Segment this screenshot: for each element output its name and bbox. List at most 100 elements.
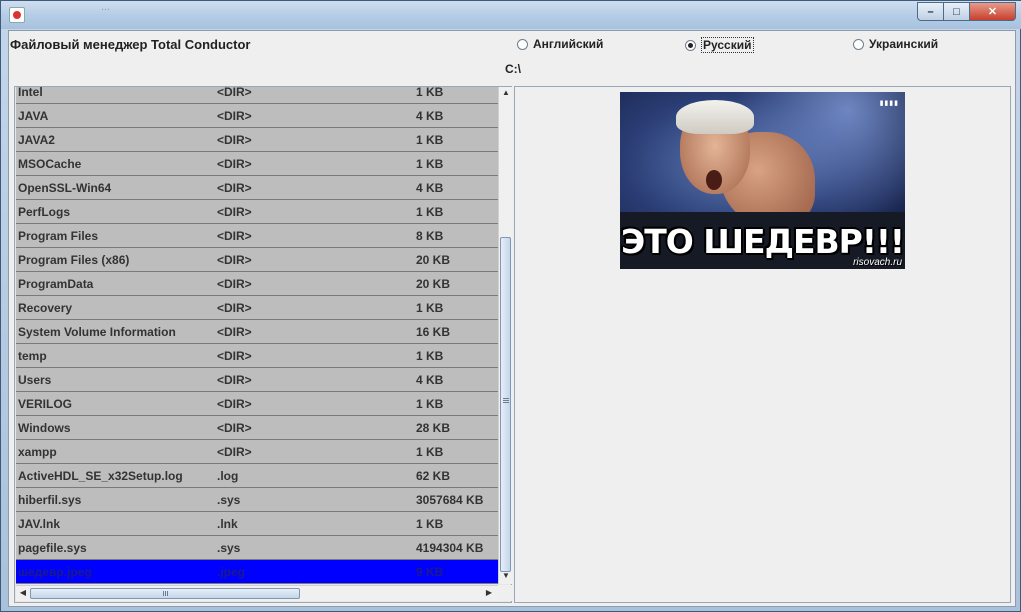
file-size: 1 KB — [416, 87, 444, 99]
scroll-up-arrow-icon[interactable]: ▲ — [499, 88, 513, 97]
close-button[interactable]: ✕ — [970, 2, 1016, 21]
file-type: <DIR> — [217, 301, 252, 315]
file-type: <DIR> — [217, 277, 252, 291]
file-row[interactable]: JAVA <DIR> 4 KB — [16, 104, 498, 128]
file-row[interactable]: Program Files (x86) <DIR> 20 KB — [16, 248, 498, 272]
scroll-right-arrow-icon[interactable]: ▶ — [482, 588, 496, 597]
file-type: .log — [217, 469, 239, 483]
file-size: 1 KB — [416, 397, 444, 411]
file-row[interactable]: VERILOG <DIR> 1 KB — [16, 392, 498, 416]
file-name: MSOCache — [18, 157, 82, 171]
file-row[interactable]: hiberfil.sys .sys 3057684 KB — [16, 488, 498, 512]
file-type: <DIR> — [217, 349, 252, 363]
file-row[interactable]: ProgramData <DIR> 20 KB — [16, 272, 498, 296]
file-type: <DIR> — [217, 325, 252, 339]
scroll-down-arrow-icon[interactable]: ▼ — [499, 571, 513, 580]
vertical-scrollbar[interactable]: ▲ ▼ — [498, 87, 512, 584]
file-name: Recovery — [18, 301, 73, 315]
file-size: 20 KB — [416, 253, 451, 267]
file-name: temp — [18, 349, 47, 363]
file-type: <DIR> — [217, 133, 252, 147]
title-bar[interactable]: ... – □ ✕ — [1, 1, 1021, 29]
file-type: <DIR> — [217, 205, 252, 219]
file-type: <DIR> — [217, 109, 252, 123]
file-row[interactable]: ActiveHDL_SE_x32Setup.log .log 62 KB — [16, 464, 498, 488]
file-name: ProgramData — [18, 277, 94, 291]
radio-label[interactable]: Английский — [533, 37, 603, 51]
file-name: JAV.lnk — [18, 517, 61, 531]
file-type: <DIR> — [217, 87, 252, 99]
grip-icon — [163, 591, 164, 596]
file-row[interactable]: PerfLogs <DIR> 1 KB — [16, 200, 498, 224]
radio-label[interactable]: Украинский — [869, 37, 938, 51]
horizontal-scroll-thumb[interactable] — [30, 588, 300, 599]
file-size: 9 KB — [416, 565, 444, 579]
scrollbar-corner — [498, 585, 512, 601]
file-list-panel: Intel <DIR> 1 KB JAVA <DIR> 4 KB JAVA2 <DIR> 1… — [14, 86, 512, 603]
file-name: JAVA2 — [18, 133, 55, 147]
meme-caption: ЭТО ШЕДЕВР!!! — [620, 222, 905, 261]
radio-label[interactable]: Русский — [701, 37, 754, 53]
file-row[interactable]: JAV.lnk .lnk 1 KB — [16, 512, 498, 536]
radio-button-icon[interactable] — [517, 38, 528, 50]
radio-button-icon[interactable] — [853, 38, 864, 50]
file-type: <DIR> — [217, 373, 252, 387]
file-name: PerfLogs — [18, 205, 71, 219]
file-row[interactable]: OpenSSL-Win64 <DIR> 4 KB — [16, 176, 498, 200]
file-type: <DIR> — [217, 253, 252, 267]
file-name: hiberfil.sys — [18, 493, 82, 507]
file-row[interactable]: xampp <DIR> 1 KB — [16, 440, 498, 464]
file-list[interactable]: Intel <DIR> 1 KB JAVA <DIR> 4 KB JAVA2 <DIR> 1… — [16, 87, 498, 584]
mouth — [706, 170, 722, 190]
file-size: 1 KB — [416, 133, 444, 147]
file-size: 1 KB — [416, 445, 444, 459]
file-row[interactable]: JAVA2 <DIR> 1 KB — [16, 128, 498, 152]
file-row[interactable]: System Volume Information <DIR> 16 KB — [16, 320, 498, 344]
file-row[interactable]: Program Files <DIR> 8 KB — [16, 224, 498, 248]
file-name: pagefile.sys — [18, 541, 87, 555]
radio-english[interactable]: Английский — [517, 37, 603, 51]
file-size: 20 KB — [416, 277, 451, 291]
file-size: 4 KB — [416, 373, 444, 387]
scroll-left-arrow-icon[interactable]: ◀ — [16, 588, 30, 597]
horizontal-scrollbar[interactable]: ◀ ▶ — [16, 585, 498, 601]
current-path: C:\ — [505, 62, 521, 76]
file-row[interactable]: Users <DIR> 4 KB — [16, 368, 498, 392]
file-type: <DIR> — [217, 397, 252, 411]
file-size: 1 KB — [416, 301, 444, 315]
file-row[interactable]: Recovery <DIR> 1 KB — [16, 296, 498, 320]
file-type: <DIR> — [217, 229, 252, 243]
file-name: xampp — [18, 445, 57, 459]
file-type: <DIR> — [217, 421, 252, 435]
file-size: 4 KB — [416, 109, 444, 123]
image-preview-panel: ▮▮▮▮ ЭТО ШЕДЕВР!!! risovach.ru — [514, 86, 1011, 603]
file-row[interactable]: pagefile.sys .sys 4194304 KB — [16, 536, 498, 560]
file-size: 8 KB — [416, 229, 444, 243]
file-name: шедевр.jpeg — [18, 565, 92, 579]
file-type: <DIR> — [217, 157, 252, 171]
maximize-button[interactable]: □ — [944, 2, 970, 21]
radio-button-selected-icon[interactable] — [685, 39, 696, 51]
file-row-selected[interactable]: шедевр.jpeg .jpeg 9 KB — [16, 560, 498, 584]
radio-russian[interactable]: Русский — [685, 37, 754, 53]
file-name: ActiveHDL_SE_x32Setup.log — [18, 469, 183, 483]
file-type: .sys — [217, 541, 241, 555]
radio-ukrainian[interactable]: Украинский — [853, 37, 938, 51]
file-name: System Volume Information — [18, 325, 176, 339]
file-size: 3057684 KB — [416, 493, 484, 507]
file-type: .lnk — [217, 517, 238, 531]
grip-icon — [503, 398, 509, 399]
java-app-icon — [9, 7, 25, 23]
file-row[interactable]: Intel <DIR> 1 KB — [16, 87, 498, 104]
file-type: <DIR> — [217, 445, 252, 459]
file-name: Program Files (x86) — [18, 253, 130, 267]
file-size: 1 KB — [416, 517, 444, 531]
vertical-scroll-thumb[interactable] — [500, 237, 511, 572]
file-row[interactable]: MSOCache <DIR> 1 KB — [16, 152, 498, 176]
minimize-button[interactable]: – — [917, 2, 944, 21]
file-row[interactable]: Windows <DIR> 28 KB — [16, 416, 498, 440]
file-size: 16 KB — [416, 325, 451, 339]
meme-image: ▮▮▮▮ ЭТО ШЕДЕВР!!! risovach.ru — [620, 92, 905, 269]
file-row[interactable]: temp <DIR> 1 KB — [16, 344, 498, 368]
window-controls: – □ ✕ — [917, 2, 1016, 21]
